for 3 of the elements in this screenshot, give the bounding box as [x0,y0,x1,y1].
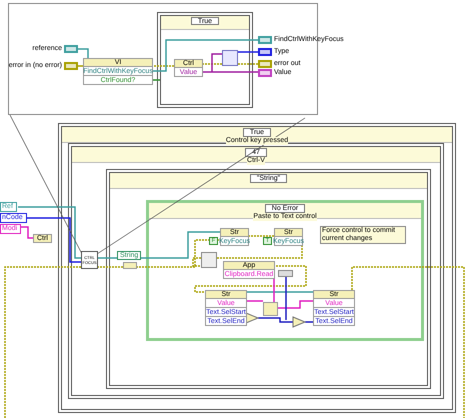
wire [78,48,89,59]
add-icon [292,316,306,328]
wire [78,65,83,67]
